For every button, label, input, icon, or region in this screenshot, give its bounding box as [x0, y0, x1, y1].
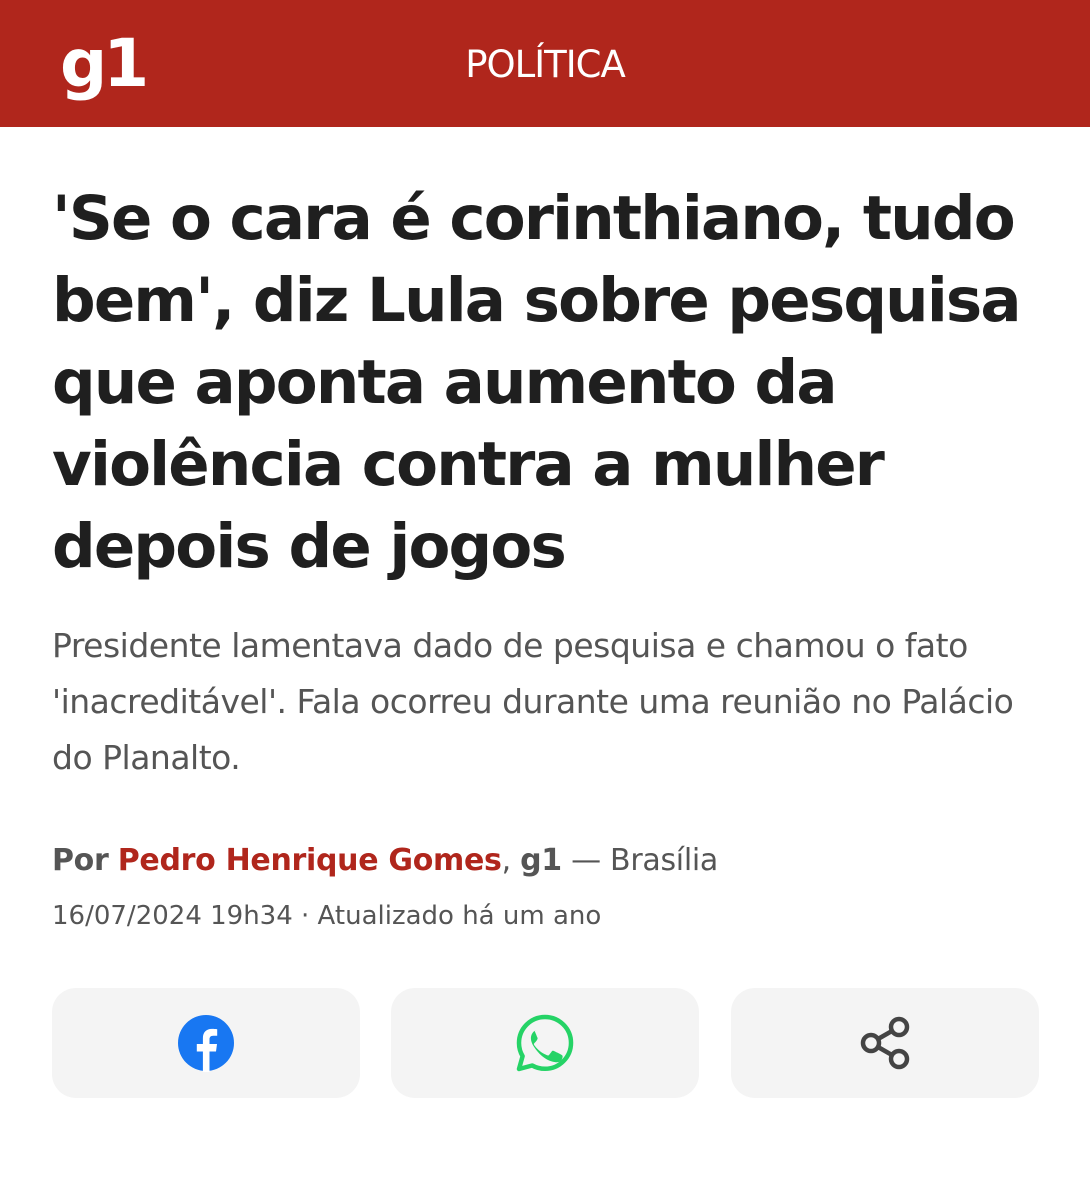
- share-icon: [857, 1015, 913, 1071]
- publish-date: 16/07/2024 19h34 · Atualizado há um ano: [52, 901, 602, 931]
- article-headline: 'Se o cara é corinthiano, tudo bem', diz…: [52, 183, 1022, 582]
- top-bar: g1 POLÍTICA: [0, 0, 1090, 127]
- share-generic-button[interactable]: [731, 988, 1039, 1098]
- share-whatsapp-button[interactable]: [391, 988, 699, 1098]
- author-link[interactable]: Pedro Henrique Gomes: [118, 843, 502, 878]
- byline-location: — Brasília: [571, 843, 718, 878]
- byline-separator: ,: [501, 843, 512, 878]
- facebook-icon: [177, 1014, 235, 1072]
- whatsapp-icon: [515, 1013, 575, 1073]
- byline: Por Pedro Henrique Gomes, g1 — Brasília: [52, 838, 1042, 884]
- section-title[interactable]: POLÍTICA: [0, 40, 1090, 90]
- article-subtitle: Presidente lamentava dado de pesquisa e …: [52, 626, 1014, 777]
- byline-prefix: Por: [52, 843, 109, 878]
- byline-outlet: g1: [520, 843, 562, 878]
- share-facebook-button[interactable]: [52, 988, 360, 1098]
